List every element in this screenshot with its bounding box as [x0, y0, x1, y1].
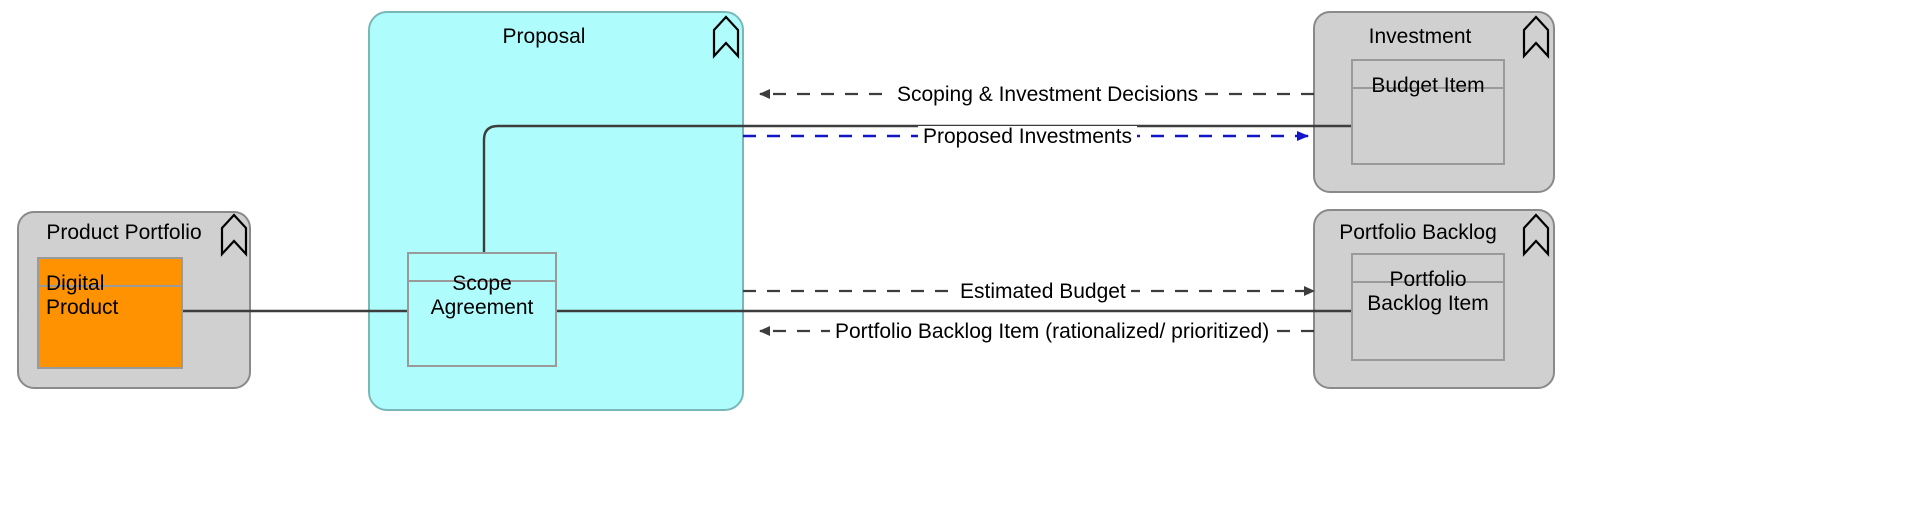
node-label-scope-agreement: Scope Agreement: [430, 272, 534, 320]
group-title-investment: Investment: [1368, 25, 1472, 48]
flow-label-scoping-investment-decisions: Scoping & Investment Decisions: [892, 84, 1204, 105]
flow-label-estimated-budget: Estimated Budget: [955, 281, 1131, 302]
flow-label-proposed-investments: Proposed Investments: [918, 126, 1137, 147]
group-title-portfolio-backlog: Portfolio Backlog: [1339, 221, 1497, 244]
diagram-shapes-layer: [17, 11, 1555, 411]
group-title-product-portfolio: Product Portfolio: [46, 221, 202, 244]
node-label-portfolio-backlog-item: Portfolio Backlog Item: [1367, 268, 1489, 316]
group-title-proposal: Proposal: [502, 25, 586, 48]
node-label-budget-item: Budget Item: [1371, 74, 1485, 97]
diagram-canvas: Product Portfolio Proposal Investment Po…: [0, 0, 1914, 524]
flow-label-portfolio-backlog-item: Portfolio Backlog Item (rationalized/ pr…: [830, 321, 1275, 342]
node-label-digital-product: Digital Product: [46, 272, 119, 320]
